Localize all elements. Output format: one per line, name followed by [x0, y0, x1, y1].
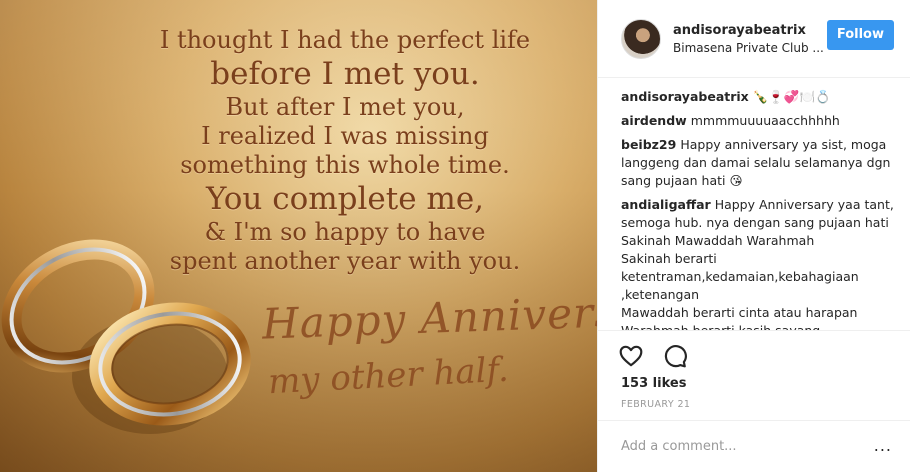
- quote-line: I thought I had the perfect life: [159, 26, 531, 54]
- instagram-post: I thought I had the perfect life before …: [0, 0, 910, 472]
- like-count[interactable]: 153 likes: [598, 370, 910, 391]
- comment: andialigaffar Happy Anniversary yaa tant,…: [621, 196, 898, 330]
- post-date[interactable]: FEBRUARY 21: [598, 391, 910, 410]
- comment-username[interactable]: airdendw: [621, 113, 687, 128]
- quote-line: But after I met you,: [225, 93, 465, 121]
- action-bar: [598, 330, 910, 370]
- comment-icon[interactable]: [662, 343, 688, 369]
- comment-text: Happy Anniversary yaa tant, semoga hub. …: [621, 197, 894, 330]
- author-username[interactable]: andisorayabeatrix: [673, 23, 827, 38]
- script-happy-anniversary: Happy Anniversary,: [261, 284, 597, 349]
- follow-button[interactable]: Follow: [826, 19, 894, 50]
- comment-text: 🍾🍷💞🍽️💍: [752, 89, 831, 104]
- quote-line: before I met you.: [210, 56, 480, 92]
- add-comment-input[interactable]: [621, 439, 851, 454]
- caption: andisorayabeatrix 🍾🍷💞🍽️💍: [621, 88, 898, 106]
- comment-username[interactable]: beibz29: [621, 137, 676, 152]
- comment: beibz29 Happy anniversary ya sist, moga l…: [621, 136, 898, 190]
- quote-line: You complete me,: [205, 181, 485, 217]
- comment: airdendw mmmmuuuuaacchhhhh: [621, 112, 898, 130]
- avatar[interactable]: [621, 18, 661, 59]
- post-location[interactable]: Bimasena Private Club ...: [673, 41, 827, 55]
- wedding-rings-image: [1, 239, 251, 434]
- more-options-icon[interactable]: ...: [874, 436, 892, 455]
- author-info: andisorayabeatrix Bimasena Private Club …: [673, 23, 827, 55]
- comments-list[interactable]: andisorayabeatrix 🍾🍷💞🍽️💍 airdendw mmmmuuuu…: [598, 78, 910, 330]
- comment-text: mmmmuuuuaacchhhhh: [690, 113, 840, 128]
- post-sidebar: andisorayabeatrix Bimasena Private Club …: [597, 0, 910, 472]
- script-my-other-half: my other half.: [267, 349, 510, 403]
- comment-username[interactable]: andialigaffar: [621, 197, 711, 212]
- post-header: andisorayabeatrix Bimasena Private Club …: [598, 0, 910, 78]
- add-comment-bar: ...: [598, 420, 910, 472]
- quote-line: something this whole time.: [180, 151, 510, 179]
- heart-icon[interactable]: [618, 343, 644, 369]
- post-photo[interactable]: I thought I had the perfect life before …: [0, 0, 597, 472]
- comment-username[interactable]: andisorayabeatrix: [621, 89, 749, 104]
- quote-line: I realized I was missing: [201, 122, 489, 150]
